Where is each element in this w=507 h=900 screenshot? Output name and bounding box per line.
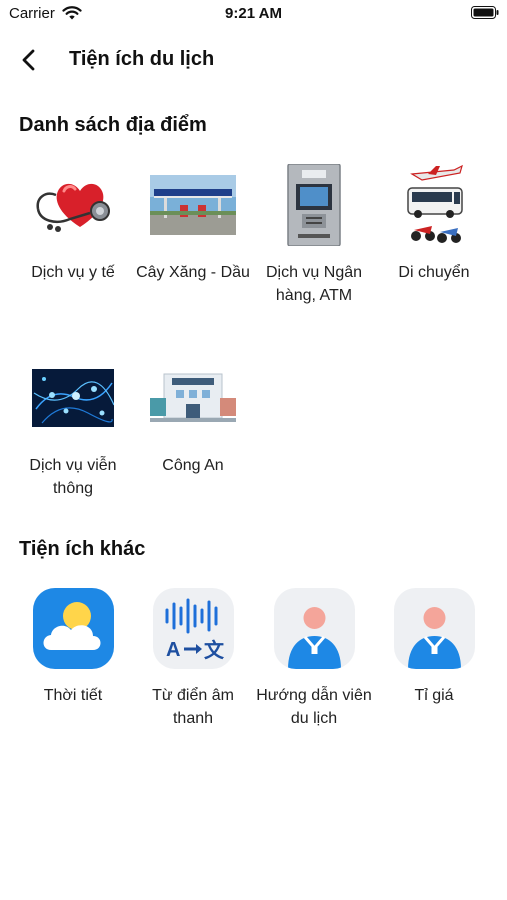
place-tile-atm[interactable]: Dịch vụ Ngân hàng, ATM xyxy=(254,164,374,304)
utility-tile-tour-guide[interactable]: Hướng dẫn viên du lịch xyxy=(254,588,374,728)
atm-machine-icon xyxy=(287,164,341,246)
utility-label: Thời tiết xyxy=(43,687,103,704)
back-button[interactable] xyxy=(14,44,46,76)
place-label: Công An xyxy=(162,457,224,474)
place-label: Cây Xăng - Dầu xyxy=(136,264,250,281)
place-tile-transport[interactable]: Di chuyển xyxy=(374,164,494,294)
tour-guide-app-icon xyxy=(274,588,355,669)
exchange-rate-app-icon xyxy=(394,588,475,669)
svg-text:A: A xyxy=(166,639,180,661)
place-tile-telecom[interactable]: Dịch vụ viễn thông xyxy=(13,360,133,500)
battery-icon xyxy=(471,6,499,19)
page-title: Tiện ích du lịch xyxy=(69,48,215,70)
weather-sun-cloud-icon xyxy=(43,602,101,650)
utility-tile-weather[interactable]: Thời tiết xyxy=(13,588,133,708)
audio-translate-icon: A 文 xyxy=(165,598,225,662)
places-section-title: Danh sách địa điểm xyxy=(19,114,207,136)
medical-heart-stethoscope-icon xyxy=(36,183,110,232)
utilities-section-title: Tiện ích khác xyxy=(19,538,146,560)
gas-station-icon xyxy=(150,175,236,235)
utility-tile-exchange-rate[interactable]: Tỉ giá xyxy=(374,588,494,708)
utility-label: Từ điển âm thanh xyxy=(152,687,234,727)
place-label: Di chuyển xyxy=(398,264,470,281)
utility-label: Hướng dẫn viên du lịch xyxy=(256,687,372,727)
place-label: Dịch vụ y tế xyxy=(31,264,115,281)
svg-text:文: 文 xyxy=(204,638,225,662)
status-bar: Carrier 9:21 AM xyxy=(0,0,507,28)
audio-dictionary-app-icon: A 文 xyxy=(153,588,234,669)
utility-tile-audio-dictionary[interactable]: A 文 Từ điển âm thanh xyxy=(133,588,253,728)
transport-plane-bus-icon xyxy=(407,164,463,243)
weather-app-icon xyxy=(33,588,114,669)
telecom-network-icon xyxy=(32,369,114,427)
exchange-rate-person-icon xyxy=(408,607,461,669)
utility-label: Tỉ giá xyxy=(414,687,454,704)
tour-guide-person-icon xyxy=(288,607,341,669)
place-tile-gas[interactable]: Cây Xăng - Dầu xyxy=(133,164,253,294)
place-label: Dịch vụ Ngân hàng, ATM xyxy=(265,264,363,304)
police-station-icon xyxy=(150,373,236,422)
status-time: 9:21 AM xyxy=(225,5,282,22)
place-label: Dịch vụ viễn thông xyxy=(29,457,117,497)
place-tile-police[interactable]: Công An xyxy=(133,360,253,500)
place-tile-medical[interactable]: Dịch vụ y tế xyxy=(13,164,133,294)
chevron-left-icon xyxy=(22,49,35,71)
nav-bar: Tiện ích du lịch xyxy=(0,40,507,80)
